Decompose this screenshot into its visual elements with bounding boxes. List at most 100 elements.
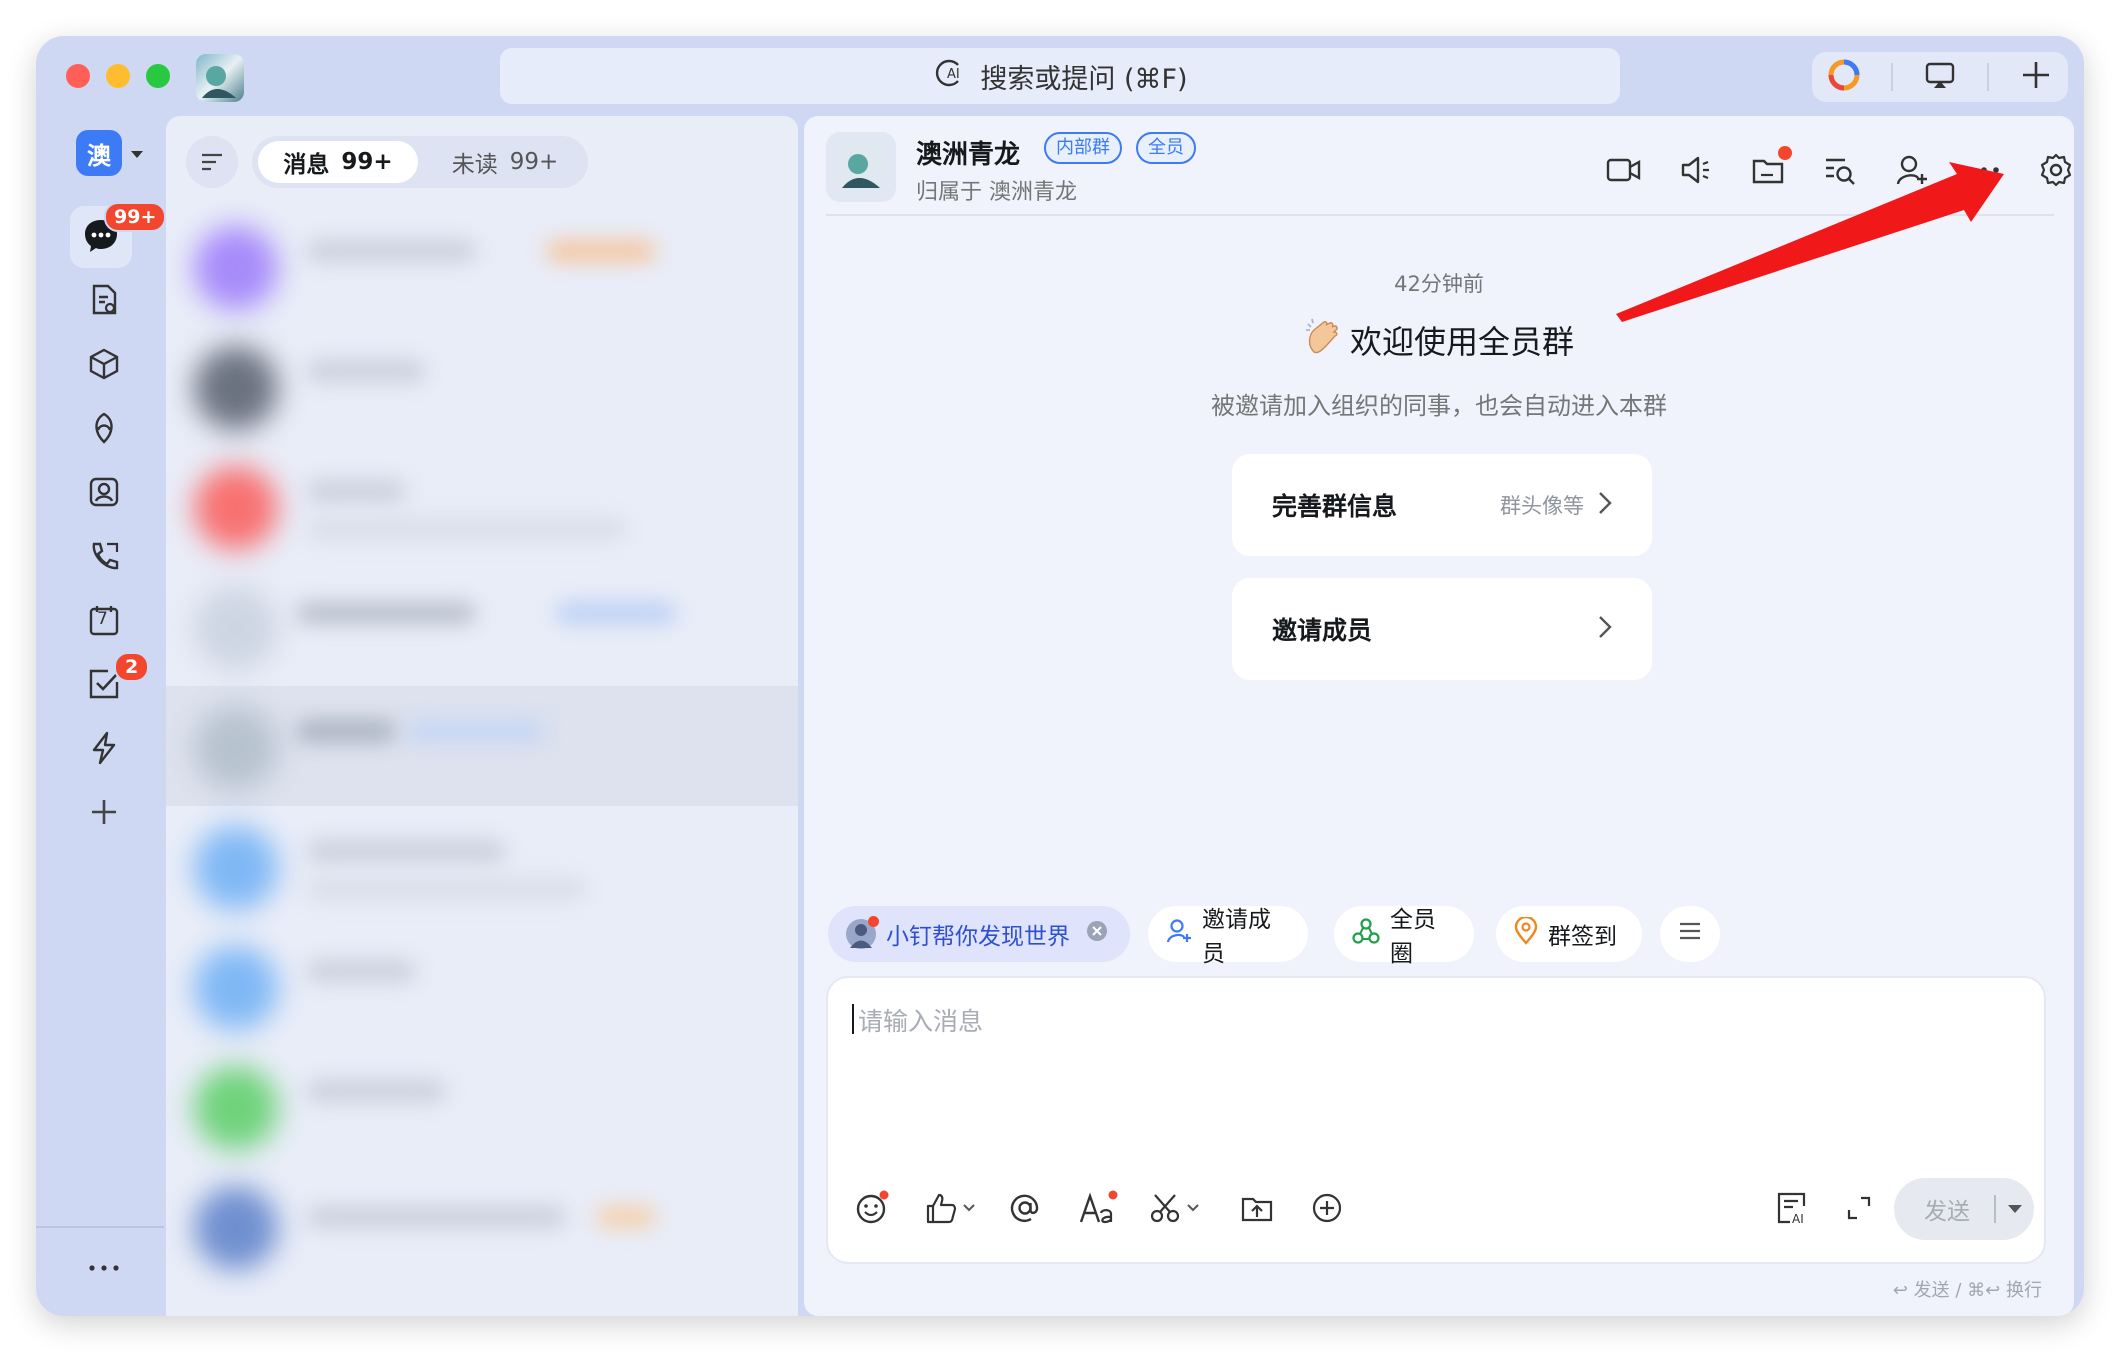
list-item[interactable] [166, 566, 798, 686]
notification-dot [868, 916, 879, 927]
list-item[interactable] [166, 686, 798, 806]
assistant-chip[interactable]: 小钉帮你发现世界 [828, 906, 1130, 962]
assistant-chip-label: 小钉帮你发现世界 [886, 924, 1070, 950]
list-item[interactable] [166, 326, 798, 446]
add-icon[interactable] [2019, 58, 2053, 96]
annotation-arrow [1616, 162, 2004, 322]
rail-item-ai[interactable] [80, 404, 128, 452]
list-tab-group: 消息 99+ 未读 99+ [252, 136, 588, 188]
ai-search-icon: AI [932, 56, 966, 97]
filter-lines-icon [202, 153, 222, 171]
messages-badge: 99+ [104, 202, 167, 232]
ai-assistant-icon[interactable] [1827, 58, 1861, 96]
document-icon [92, 284, 117, 315]
rail-more[interactable] [80, 1244, 128, 1292]
more-tools-button[interactable] [1310, 1188, 1344, 1228]
zoom-window-button[interactable] [146, 64, 170, 88]
filter-button[interactable] [186, 136, 238, 188]
more-dots-icon [89, 1265, 119, 1271]
tab-unread[interactable]: 未读 99+ [430, 141, 580, 183]
circle-chip-label: 全员圈 [1390, 907, 1436, 967]
font-format-icon [1079, 1190, 1118, 1224]
card-title: 完善群信息 [1272, 492, 1398, 521]
expand-editor-button[interactable] [1844, 1188, 1874, 1228]
complete-group-info-card[interactable]: 完善群信息 群头像等 [1232, 454, 1652, 556]
user-avatar[interactable] [196, 54, 244, 102]
list-item[interactable] [166, 206, 798, 326]
rail-item-contacts[interactable] [80, 468, 128, 516]
more-shortcuts-button[interactable] [1660, 906, 1720, 962]
ai-compose-button[interactable]: AI [1774, 1188, 1810, 1228]
screen-share-icon[interactable] [1923, 58, 1957, 96]
all-staff-circle-chip[interactable]: 全员圈 [1334, 906, 1474, 967]
rail-item-calendar[interactable]: 7 [80, 596, 128, 644]
svg-text:AI: AI [1792, 1212, 1804, 1226]
add-user-icon [1166, 918, 1192, 950]
caret-down-icon [130, 144, 144, 163]
conversation-list-panel: 消息 99+ 未读 99+ [166, 116, 798, 1316]
tab-messages[interactable]: 消息 99+ [258, 141, 418, 183]
location-pin-icon [1514, 915, 1538, 951]
welcome-description: 被邀请加入组织的同事，也会自动进入本群 [1211, 392, 1667, 420]
send-button-group: 发送 [1894, 1178, 2034, 1240]
group-checkin-chip[interactable]: 群签到 [1496, 906, 1642, 962]
org-switcher[interactable]: 澳 [76, 128, 160, 178]
chevron-down-icon [1187, 1204, 1199, 1212]
invite-members-card[interactable]: 邀请成员 [1232, 578, 1652, 680]
list-item[interactable] [166, 446, 798, 566]
assistant-avatar [846, 916, 879, 949]
tab-unread-count: 99+ [509, 149, 559, 175]
emoji-button[interactable] [854, 1188, 890, 1228]
org-avatar: 澳 [76, 130, 122, 176]
rail-item-docs[interactable] [80, 276, 128, 324]
avatar-image-icon [202, 66, 236, 98]
card-title: 邀请成员 [1272, 616, 1373, 645]
ai-spark-icon [95, 412, 113, 444]
send-options-dropdown[interactable] [1996, 1203, 2034, 1215]
lightning-icon [92, 731, 116, 765]
chevron-right-icon [1598, 491, 1612, 519]
rail-item-workbench[interactable] [80, 340, 128, 388]
invite-members-chip[interactable]: 邀请成员 [1148, 906, 1308, 967]
text-format-button[interactable] [1078, 1188, 1118, 1228]
caret-down-icon [2008, 1205, 2022, 1213]
svg-text:AI: AI [947, 67, 960, 82]
phone-icon [92, 542, 119, 570]
close-chip-icon[interactable] [1086, 920, 1108, 948]
rail-divider [36, 1226, 164, 1228]
contacts-icon [89, 477, 119, 507]
send-button[interactable]: 发送 [1894, 1192, 1994, 1226]
group-avatar[interactable] [826, 132, 896, 202]
scissors-icon [1150, 1194, 1180, 1223]
like-button[interactable] [924, 1188, 976, 1228]
message-input[interactable]: 请输入消息 [858, 1002, 983, 1038]
message-composer[interactable]: 请输入消息 AI 发送 [826, 976, 2046, 1264]
clapping-hands-icon [1304, 316, 1344, 364]
rail-item-calls[interactable] [80, 532, 128, 580]
at-sign-icon [1010, 1194, 1039, 1222]
emoji-icon [856, 1190, 889, 1224]
recycle-circle-icon [1352, 918, 1380, 950]
close-window-button[interactable] [66, 64, 90, 88]
rail-item-flash[interactable] [80, 724, 128, 772]
thumbs-up-icon [926, 1193, 957, 1224]
invite-chip-label: 邀请成员 [1202, 907, 1271, 967]
ai-writing-icon: AI [1777, 1192, 1806, 1226]
calendar-day: 7 [97, 609, 108, 629]
tab-messages-label: 消息 [283, 152, 330, 178]
mention-button[interactable] [1008, 1188, 1042, 1228]
list-item[interactable] [166, 1046, 798, 1166]
list-item[interactable] [166, 1166, 798, 1286]
expand-icon [1847, 1196, 1871, 1220]
minimize-window-button[interactable] [106, 64, 130, 88]
checkin-chip-label: 群签到 [1548, 924, 1617, 950]
hamburger-icon [1678, 921, 1702, 947]
tab-messages-count: 99+ [341, 149, 393, 175]
list-item[interactable] [166, 806, 798, 926]
list-item[interactable] [166, 926, 798, 1046]
titlebar-actions [1812, 52, 2068, 102]
upload-file-button[interactable] [1240, 1188, 1274, 1228]
plus-icon [92, 800, 116, 824]
rail-add-app[interactable] [80, 788, 128, 836]
screenshot-button[interactable] [1148, 1188, 1200, 1228]
